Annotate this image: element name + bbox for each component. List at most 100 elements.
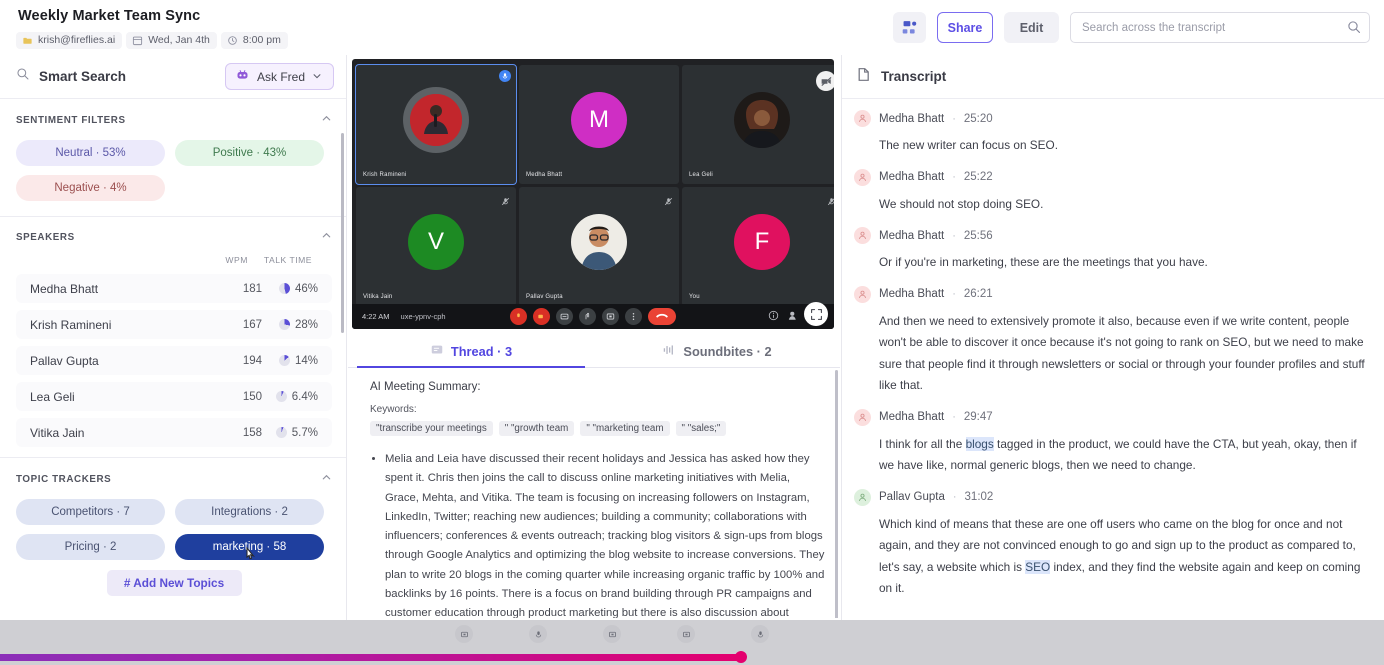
mic-icon[interactable] [529, 625, 547, 643]
message-part: I think for all the [879, 436, 966, 451]
tile-name: You [689, 294, 700, 300]
fireflies-meeting-page: Weekly Market Team Sync krish@fireflies.… [0, 0, 1384, 665]
talk-time-donut-icon [278, 355, 290, 366]
sidebar-scrollbar[interactable] [341, 133, 344, 333]
add-new-topics-button[interactable]: # Add New Topics [106, 570, 242, 596]
ask-fred-button[interactable]: Ask Fred [224, 63, 334, 90]
transcript-messages[interactable]: Medha Bhatt · 25:20 The new writer can f… [842, 99, 1384, 620]
present-screen-button[interactable] [602, 308, 619, 325]
speaker-talk-value: 14% [294, 354, 318, 367]
mic-toggle-button[interactable] [510, 308, 527, 325]
meeting-meta: krish@fireflies.ai Wed, Jan 4th 8:00 pm [16, 32, 288, 49]
screen-icon[interactable] [455, 625, 473, 643]
talk-time-donut-icon [278, 283, 290, 294]
topic-chip-pricing[interactable]: Pricing · 2 [16, 534, 165, 560]
speaker-row[interactable]: Medha Bhatt 181 46% [16, 274, 332, 303]
participants-icon[interactable] [788, 308, 800, 326]
top-header: Weekly Market Team Sync krish@fireflies.… [0, 0, 1384, 55]
transcript-message[interactable]: Medha Bhatt · 25:56 Or if you're in mark… [854, 227, 1374, 274]
message-separator: · [952, 491, 957, 503]
screen3-icon[interactable] [677, 625, 695, 643]
summary-scrollbar[interactable] [835, 370, 838, 618]
edit-button[interactable]: Edit [1004, 12, 1059, 43]
sentiment-chip-negative[interactable]: Negative · 4% [16, 175, 165, 201]
transcript-message[interactable]: Medha Bhatt · 29:47 I think for all the … [854, 408, 1374, 477]
fullscreen-button[interactable] [804, 302, 828, 326]
search-input[interactable] [1070, 12, 1370, 43]
transcript-message[interactable]: Medha Bhatt · 25:22 We should not stop d… [854, 168, 1374, 216]
message-timestamp[interactable]: 26:21 [964, 288, 993, 300]
smart-search-icon [16, 67, 30, 86]
more-options-button[interactable] [625, 308, 642, 325]
tab-soundbites-label: Soundbites · 2 [683, 343, 772, 359]
keyword-chip[interactable]: " "sales;" [675, 421, 727, 436]
speaker-wpm: 150 [242, 390, 262, 403]
tile-name: Pallav Gupta [526, 294, 563, 300]
talk-time-donut-icon [275, 391, 287, 402]
topic-chip-integrations[interactable]: Integrations · 2 [175, 499, 324, 525]
meta-time-text: 8:00 pm [242, 34, 281, 46]
message-timestamp[interactable]: 25:22 [964, 171, 993, 183]
summary-bullet: Melia and Leia have discussed their rece… [385, 450, 826, 618]
chevron-up-icon[interactable] [321, 113, 332, 127]
sentiment-chip-neutral[interactable]: Neutral · 53% [16, 140, 165, 166]
playback-progress-fill [0, 654, 743, 661]
share-button[interactable]: Share [937, 12, 993, 43]
chevron-up-icon[interactable] [321, 472, 332, 486]
camera-toggle-button[interactable] [533, 308, 550, 325]
call-controls [510, 308, 676, 325]
video-tile-lea[interactable]: Lea Geli [682, 65, 834, 184]
speaker-row[interactable]: Pallav Gupta 194 14% [16, 346, 332, 375]
message-header: Medha Bhatt · 26:21 [854, 285, 1374, 303]
mic2-icon[interactable] [751, 625, 769, 643]
fred-robot-icon [235, 67, 250, 87]
avatar-initial: M [571, 91, 627, 148]
video-tile-medha[interactable]: M Medha Bhatt [519, 65, 679, 184]
highlighted-term[interactable]: SEO [1025, 559, 1051, 574]
speaker-row[interactable]: Krish Ramineni 167 28% [16, 310, 332, 339]
tab-thread[interactable]: Thread · 3 [348, 335, 594, 368]
camera-off-icon [816, 71, 834, 91]
tab-soundbites[interactable]: Soundbites · 2 [594, 335, 840, 367]
org-chart-button[interactable] [893, 12, 926, 43]
speaker-talk-value: 28% [294, 318, 318, 331]
message-timestamp[interactable]: 25:56 [964, 230, 993, 242]
participant-grid: Krish Ramineni M Medha Bhatt Lea Geli V … [355, 64, 834, 306]
transcript-message[interactable]: Pallav Gupta · 31:02 Which kind of means… [854, 488, 1374, 600]
message-text: I think for all the blogs tagged in the … [879, 434, 1374, 477]
chevron-up-icon[interactable] [321, 230, 332, 244]
topic-chip-competitors[interactable]: Competitors · 7 [16, 499, 165, 525]
video-tile-krish[interactable]: Krish Ramineni [355, 64, 517, 185]
captions-button[interactable] [556, 308, 573, 325]
end-call-button[interactable] [648, 308, 676, 325]
message-timestamp[interactable]: 31:02 [965, 491, 994, 503]
video-tile-you[interactable]: F You [682, 187, 834, 306]
message-timestamp[interactable]: 29:47 [964, 411, 993, 423]
message-speaker: Pallav Gupta [879, 491, 945, 503]
video-player[interactable]: Krish Ramineni M Medha Bhatt Lea Geli V … [352, 59, 834, 329]
keyword-chip[interactable]: "transcribe your meetings [370, 421, 493, 436]
playback-progress-handle[interactable] [735, 651, 747, 663]
speaker-avatar-icon [854, 110, 871, 127]
highlighted-term[interactable]: blogs [965, 436, 994, 451]
meta-time: 8:00 pm [220, 32, 288, 49]
video-tile-vitika[interactable]: V Vitika Jain [356, 187, 516, 306]
speaker-avatar-icon [854, 488, 871, 506]
keyword-chip[interactable]: " "growth team [498, 421, 575, 436]
screen2-icon[interactable] [603, 625, 621, 643]
sentiment-chip-positive[interactable]: Positive · 43% [175, 140, 324, 166]
sentiment-header: SENTIMENT FILTERS [16, 113, 332, 127]
raise-hand-button[interactable] [579, 308, 596, 325]
transcript-message[interactable]: Medha Bhatt · 25:20 The new writer can f… [854, 110, 1374, 157]
speaker-avatar-icon [854, 227, 871, 244]
message-timestamp[interactable]: 25:20 [964, 113, 993, 125]
speaker-row[interactable]: Vitika Jain 158 5.7% [16, 418, 332, 447]
transcript-message[interactable]: Medha Bhatt · 26:21 And then we need to … [854, 285, 1374, 397]
info-icon[interactable] [768, 308, 779, 326]
playback-progress-track[interactable] [0, 651, 1384, 663]
keyword-chip[interactable]: " "marketing team [580, 421, 670, 436]
speaker-row[interactable]: Lea Geli 150 6.4% [16, 382, 332, 411]
speakers-section: SPEAKERS WPM TALK TIME Medha Bhatt 181 4… [0, 217, 346, 458]
center-panel: Krish Ramineni M Medha Bhatt Lea Geli V … [348, 55, 840, 620]
video-tile-pallav[interactable]: Pallav Gupta [519, 187, 679, 306]
